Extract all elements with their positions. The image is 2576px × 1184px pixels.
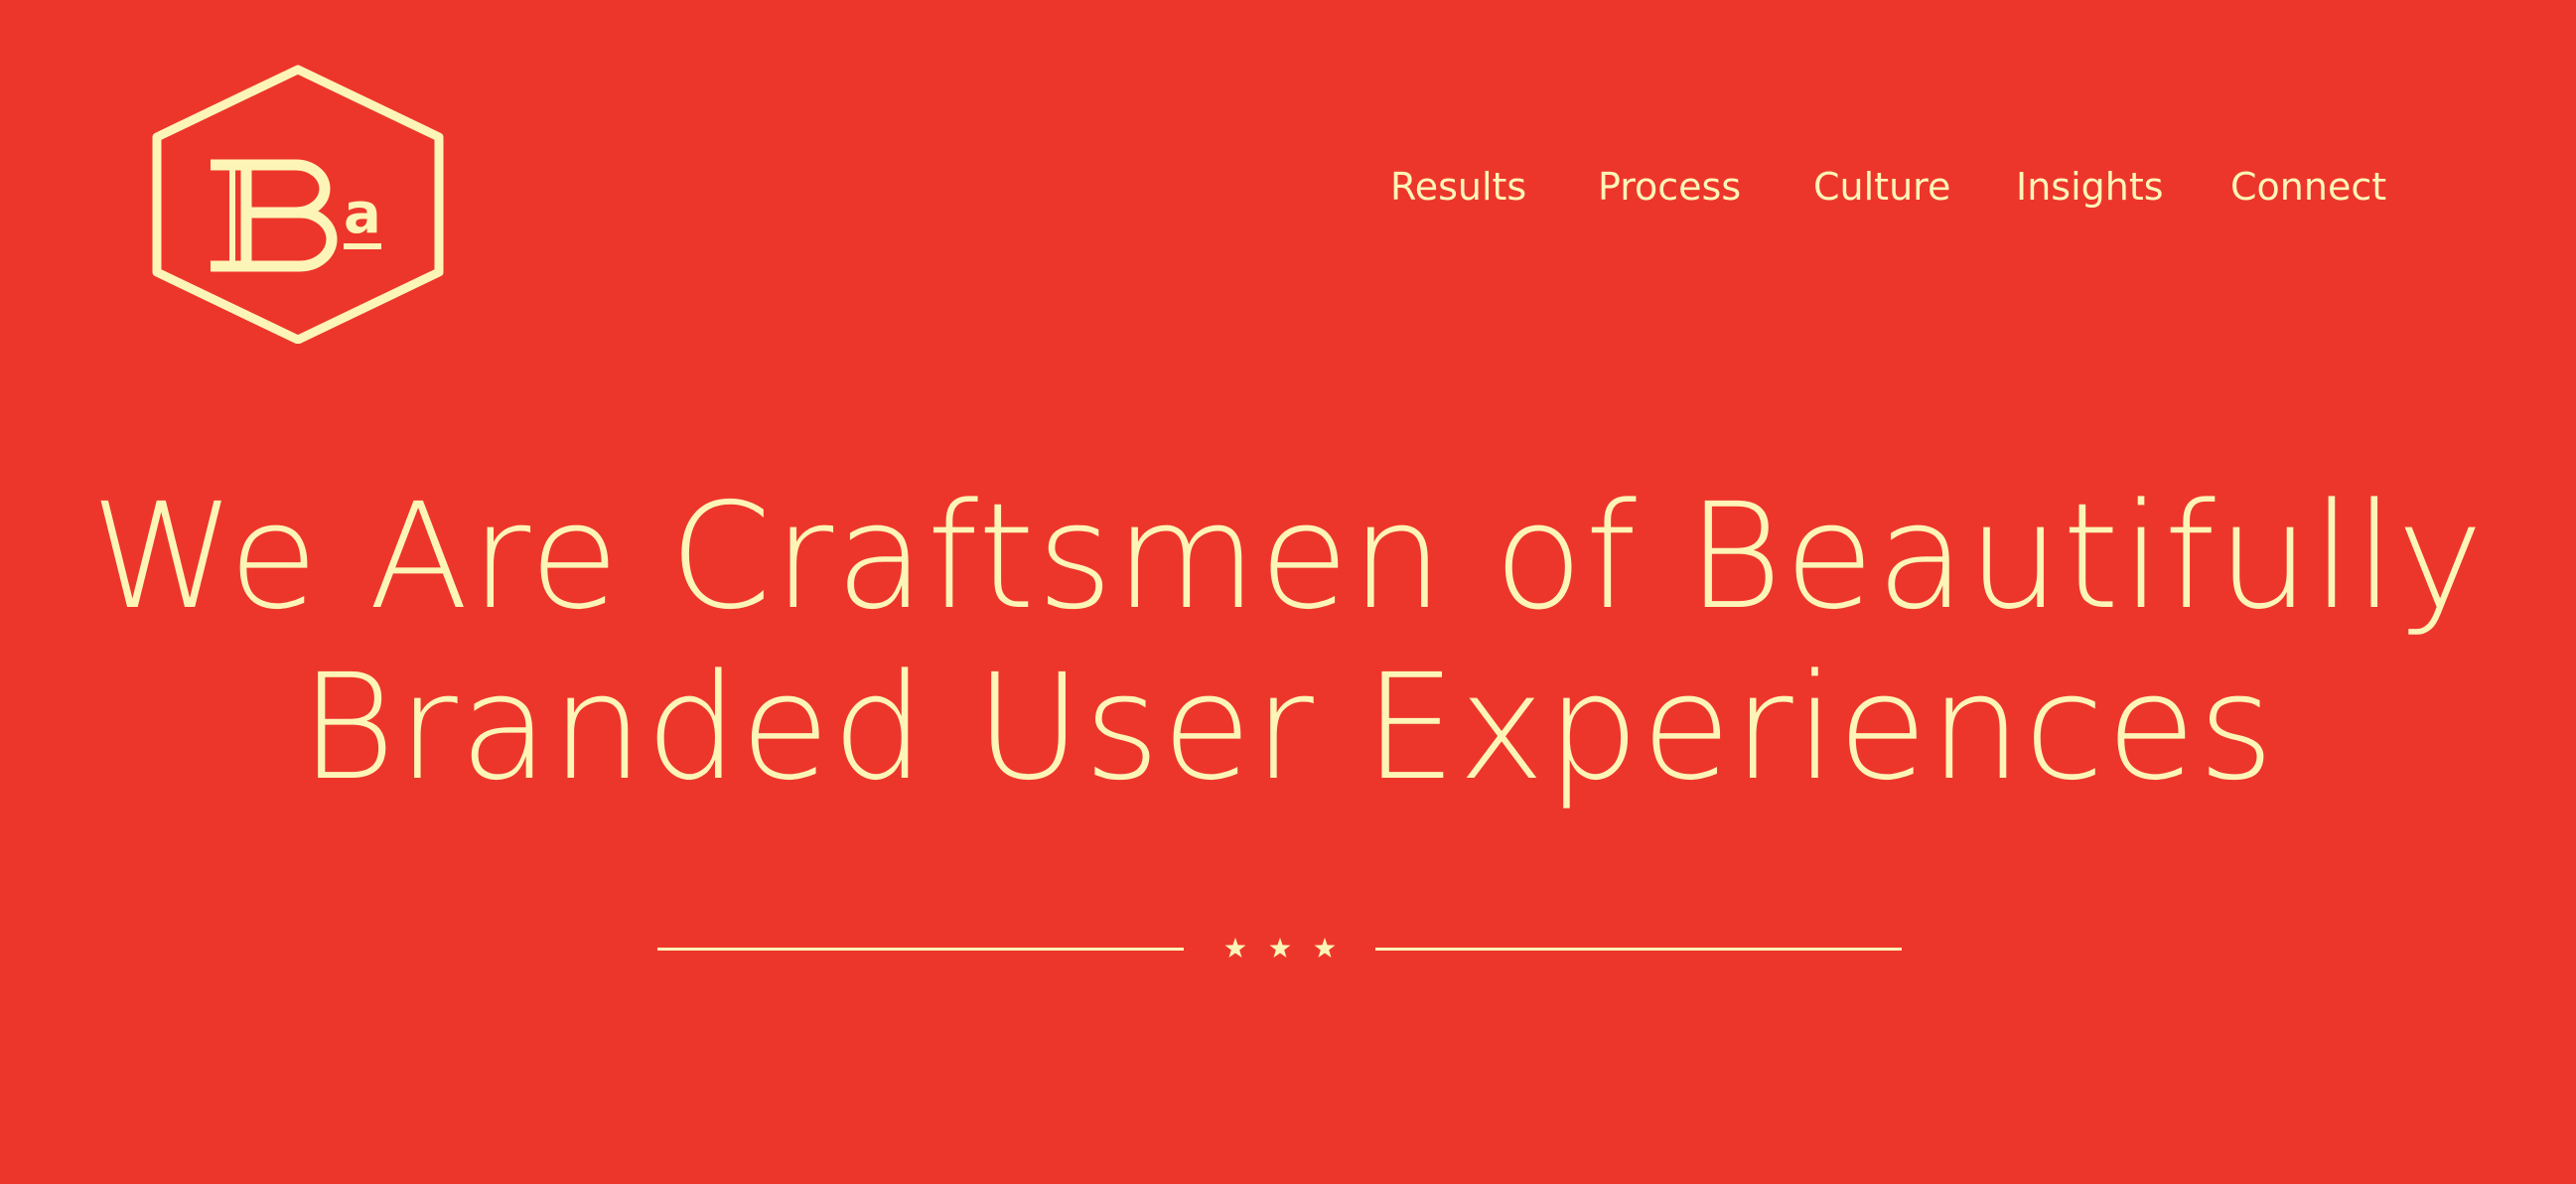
- hero-headline-line-2: Branded User Experiences: [300, 643, 2276, 813]
- divider-rule-right: [1375, 948, 1902, 951]
- star-icon: [1269, 938, 1291, 958]
- hero-headline: We Are Craftsmen of Beautifully Branded …: [0, 472, 2576, 814]
- stars-row: [1224, 938, 1336, 958]
- nav-link-insights[interactable]: Insights: [2016, 159, 2164, 215]
- nav-link-culture[interactable]: Culture: [1813, 159, 1950, 215]
- nav-link-process[interactable]: Process: [1598, 159, 1741, 215]
- main-nav: Results Process Culture Insights Connect: [0, 159, 2576, 215]
- ornament-divider: [0, 929, 2576, 968]
- hero-headline-line-1: We Are Craftsmen of Beautifully: [90, 472, 2486, 642]
- divider-rule-left: [657, 948, 1184, 951]
- nav-link-results[interactable]: Results: [1390, 159, 1526, 215]
- nav-link-connect[interactable]: Connect: [2230, 159, 2386, 215]
- star-icon: [1224, 938, 1246, 958]
- star-icon: [1314, 938, 1336, 958]
